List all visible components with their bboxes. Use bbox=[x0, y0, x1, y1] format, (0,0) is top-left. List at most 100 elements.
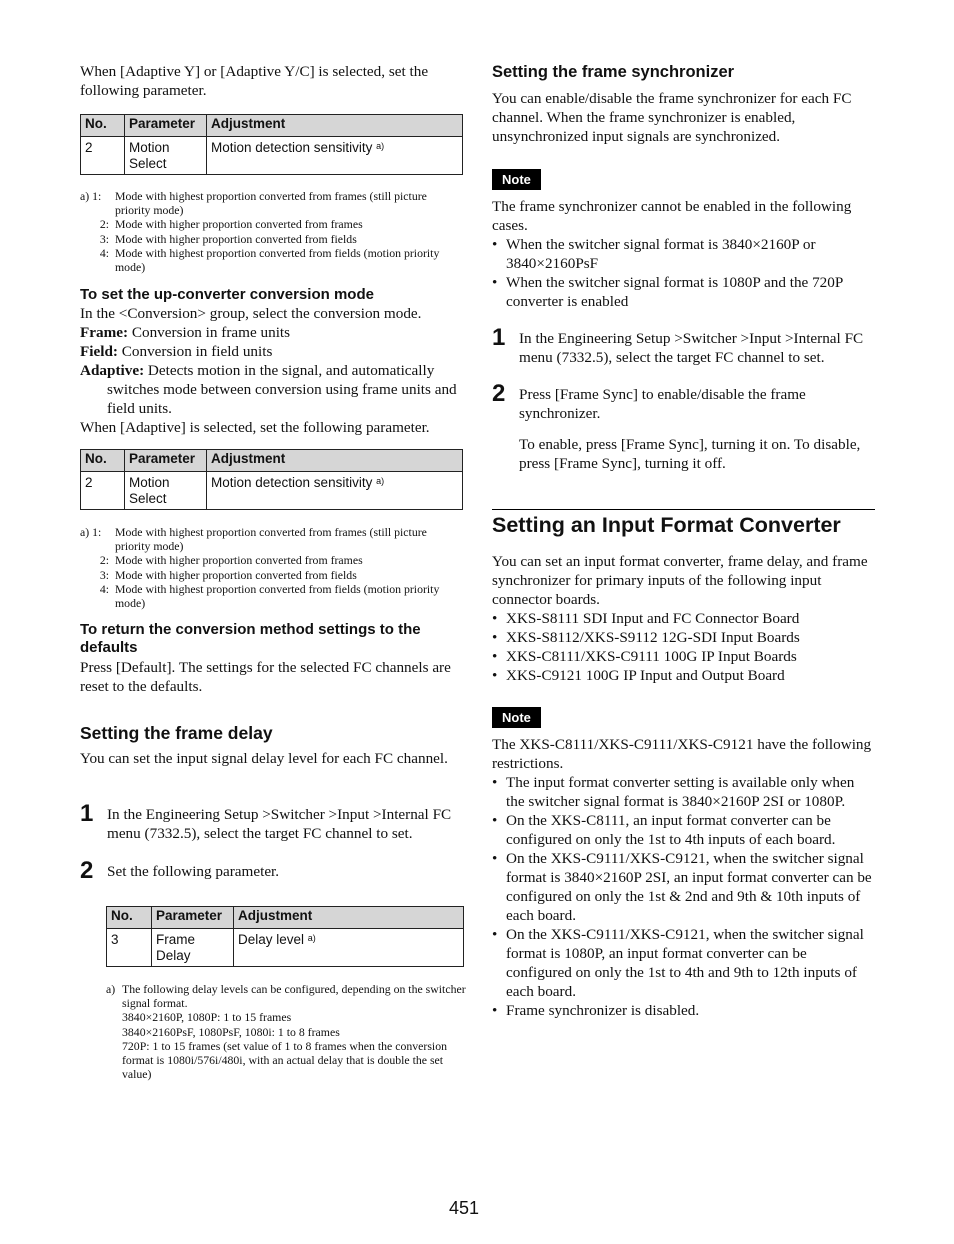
ifc-intro-section: You can set an input format converter, f… bbox=[492, 552, 875, 685]
param-line-1: Motion bbox=[129, 475, 170, 490]
term: Field: bbox=[80, 343, 118, 360]
note-bullet: On the XKS-C9111/XKS-C9121, when the swi… bbox=[492, 849, 875, 925]
intro-adaptive-yc: When [Adaptive Y] or [Adaptive Y/C] is s… bbox=[80, 63, 429, 99]
footnote-key: a) 1: bbox=[80, 189, 115, 217]
note-bullet: The input format converter setting is av… bbox=[492, 773, 875, 811]
table-header-row: No. Parameter Adjustment bbox=[80, 449, 463, 472]
board-list: XKS-S8111 SDI Input and FC Connector Boa… bbox=[492, 609, 875, 685]
footnote-item: a) 1: Mode with highest proportion conver… bbox=[80, 189, 463, 217]
note-badge-frame-sync: Note bbox=[492, 169, 541, 190]
frame-sync-step-2: 2 Press [Frame Sync] to enable/disable t… bbox=[492, 380, 877, 473]
step-number: 1 bbox=[80, 800, 94, 827]
note-badge-ifc: Note bbox=[492, 707, 541, 728]
cell-adjustment: Motion detection sensitivity a) bbox=[206, 471, 463, 510]
heading-input-format-converter: Setting an Input Format Converter bbox=[492, 513, 841, 537]
header-no: No. bbox=[80, 114, 125, 137]
frame-delay-intro: You can set the input signal delay level… bbox=[80, 750, 448, 767]
footnote-item: 4: Mode with highest proportion converted… bbox=[80, 582, 463, 610]
footnote-text: Mode with higher proportion converted fr… bbox=[115, 553, 363, 568]
frame-sync-intro: You can enable/disable the frame synchro… bbox=[492, 90, 852, 145]
header-no: No. bbox=[106, 906, 152, 929]
page-number: 451 bbox=[449, 1198, 480, 1218]
board-item: XKS-S8112/XKS-S9112 12G-SDI Input Boards bbox=[492, 628, 875, 647]
step-text: Press [Frame Sync] to enable/disable the… bbox=[519, 386, 806, 422]
footnote-item: 2: Mode with higher proportion converted … bbox=[80, 217, 463, 231]
param-line-2: Select bbox=[129, 156, 167, 171]
footnote-key: 3: bbox=[99, 231, 109, 246]
footnote-text: Mode with highest proportion converted f… bbox=[115, 525, 427, 554]
footnote-key: 2: bbox=[99, 217, 109, 232]
param-line-2: Delay bbox=[156, 948, 191, 963]
footnote-label: a) bbox=[106, 982, 116, 996]
adjustment-text: Delay level bbox=[238, 932, 305, 947]
step-number: 1 bbox=[492, 324, 506, 351]
note-bullet: On the XKS-C8111, an input format conver… bbox=[492, 811, 875, 849]
footnote-num: 1: bbox=[92, 189, 102, 203]
def-frame: Frame: Conversion in frame units bbox=[80, 323, 463, 342]
term-desc: Conversion in frame units bbox=[128, 324, 291, 341]
footnote-body: The following delay levels can be config… bbox=[122, 982, 466, 1081]
board-item: XKS-C9121 100G IP Input and Output Board bbox=[492, 666, 875, 685]
footnote-key: 4: bbox=[99, 581, 109, 596]
adjustment-text: Motion detection sensitivity bbox=[211, 140, 373, 155]
adjustment-text: Motion detection sensitivity bbox=[211, 475, 373, 490]
def-field: Field: Conversion in field units bbox=[80, 342, 463, 361]
heading-upconverter: To set the up-converter conversion mode bbox=[80, 286, 374, 303]
param-line-2: Select bbox=[129, 491, 167, 506]
table-header-row: No. Parameter Adjustment bbox=[80, 114, 463, 137]
frame-sync-step-1: 1 In the Engineering Setup >Switcher >In… bbox=[492, 324, 877, 367]
param-table-2: No. Parameter Adjustment 2 Motion Select … bbox=[80, 449, 463, 510]
table-row: 2 Motion Select Motion detection sensitiv… bbox=[80, 471, 463, 510]
footnote-frame-delay: a) The following delay levels can be con… bbox=[106, 982, 466, 1081]
footnote-2: a) 1: Mode with highest proportion conver… bbox=[80, 525, 463, 610]
cell-adjustment: Delay level a) bbox=[233, 928, 464, 967]
cell-parameter: Frame Delay bbox=[151, 928, 234, 967]
header-adjustment: Adjustment bbox=[206, 114, 463, 137]
cell-parameter: Motion Select bbox=[124, 136, 207, 175]
param-line-1: Motion bbox=[129, 140, 170, 155]
term-desc: Conversion in field units bbox=[117, 343, 273, 360]
def-adaptive: Adaptive: Detects motion in the signal, … bbox=[80, 361, 463, 418]
step-text: Set the following parameter. bbox=[107, 863, 280, 880]
footnote-line: The following delay levels can be config… bbox=[122, 982, 466, 1011]
footnote-text: Mode with highest proportion converted f… bbox=[115, 189, 427, 218]
footnote-key: a) 1: bbox=[80, 525, 115, 553]
footnote-ref: a) bbox=[307, 933, 316, 943]
section-divider bbox=[492, 509, 875, 510]
ifc-intro: You can set an input format converter, f… bbox=[492, 553, 868, 608]
param-table-1: No. Parameter Adjustment 2 Motion Select … bbox=[80, 114, 463, 175]
footnote-text: Mode with higher proportion converted fr… bbox=[115, 567, 357, 582]
upconverter-outro: When [Adaptive] is selected, set the fol… bbox=[80, 419, 430, 436]
note-text: The XKS-C8111/XKS-C9111/XKS-C9121 have t… bbox=[492, 736, 872, 772]
footnote-ref: a) bbox=[376, 476, 385, 486]
heading-frame-sync: Setting the frame synchronizer bbox=[492, 63, 735, 81]
step-text: In the Engineering Setup >Switcher >Inpu… bbox=[107, 806, 452, 842]
note-bullet: When the switcher signal format is 3840×… bbox=[492, 235, 875, 273]
table-header-row: No. Parameter Adjustment bbox=[106, 906, 464, 929]
footnote-line: 3840×2160P, 1080P: 1 to 15 frames bbox=[122, 1010, 292, 1025]
footnote-key: 3: bbox=[99, 567, 109, 582]
footnote-label: a) bbox=[80, 525, 90, 539]
header-adjustment: Adjustment bbox=[206, 449, 463, 472]
footnote-item: 4: Mode with highest proportion converted… bbox=[80, 246, 463, 274]
footnote-item: 3: Mode with higher proportion converted … bbox=[80, 568, 463, 582]
note-bullet: On the XKS-C9111/XKS-C9121, when the swi… bbox=[492, 925, 875, 1001]
board-item: XKS-C8111/XKS-C9111 100G IP Input Boards bbox=[492, 647, 875, 666]
footnote-label: a) bbox=[80, 189, 90, 203]
note-bullet: Frame synchronizer is disabled. bbox=[492, 1001, 875, 1020]
cell-no: 3 bbox=[106, 928, 152, 967]
header-adjustment: Adjustment bbox=[233, 906, 464, 929]
term: Frame: bbox=[80, 324, 129, 341]
footnote-item: a) 1: Mode with highest proportion conver… bbox=[80, 525, 463, 553]
note-text: The frame synchronizer cannot be enabled… bbox=[492, 198, 852, 234]
heading-frame-delay: Setting the frame delay bbox=[80, 723, 273, 743]
cell-no: 2 bbox=[80, 471, 125, 510]
footnote-text: Mode with highest proportion converted f… bbox=[115, 581, 440, 611]
term-desc: Detects motion in the signal, and automa… bbox=[107, 362, 457, 417]
note-bullet-list: The input format converter setting is av… bbox=[492, 773, 875, 1020]
footnote-text: Mode with higher proportion converted fr… bbox=[115, 217, 363, 232]
note-bullet: When the switcher signal format is 1080P… bbox=[492, 273, 875, 311]
term: Adaptive: bbox=[80, 362, 145, 379]
step-number: 2 bbox=[492, 380, 506, 407]
param-table-frame-delay: No. Parameter Adjustment 3 Frame Delay De… bbox=[106, 906, 464, 967]
